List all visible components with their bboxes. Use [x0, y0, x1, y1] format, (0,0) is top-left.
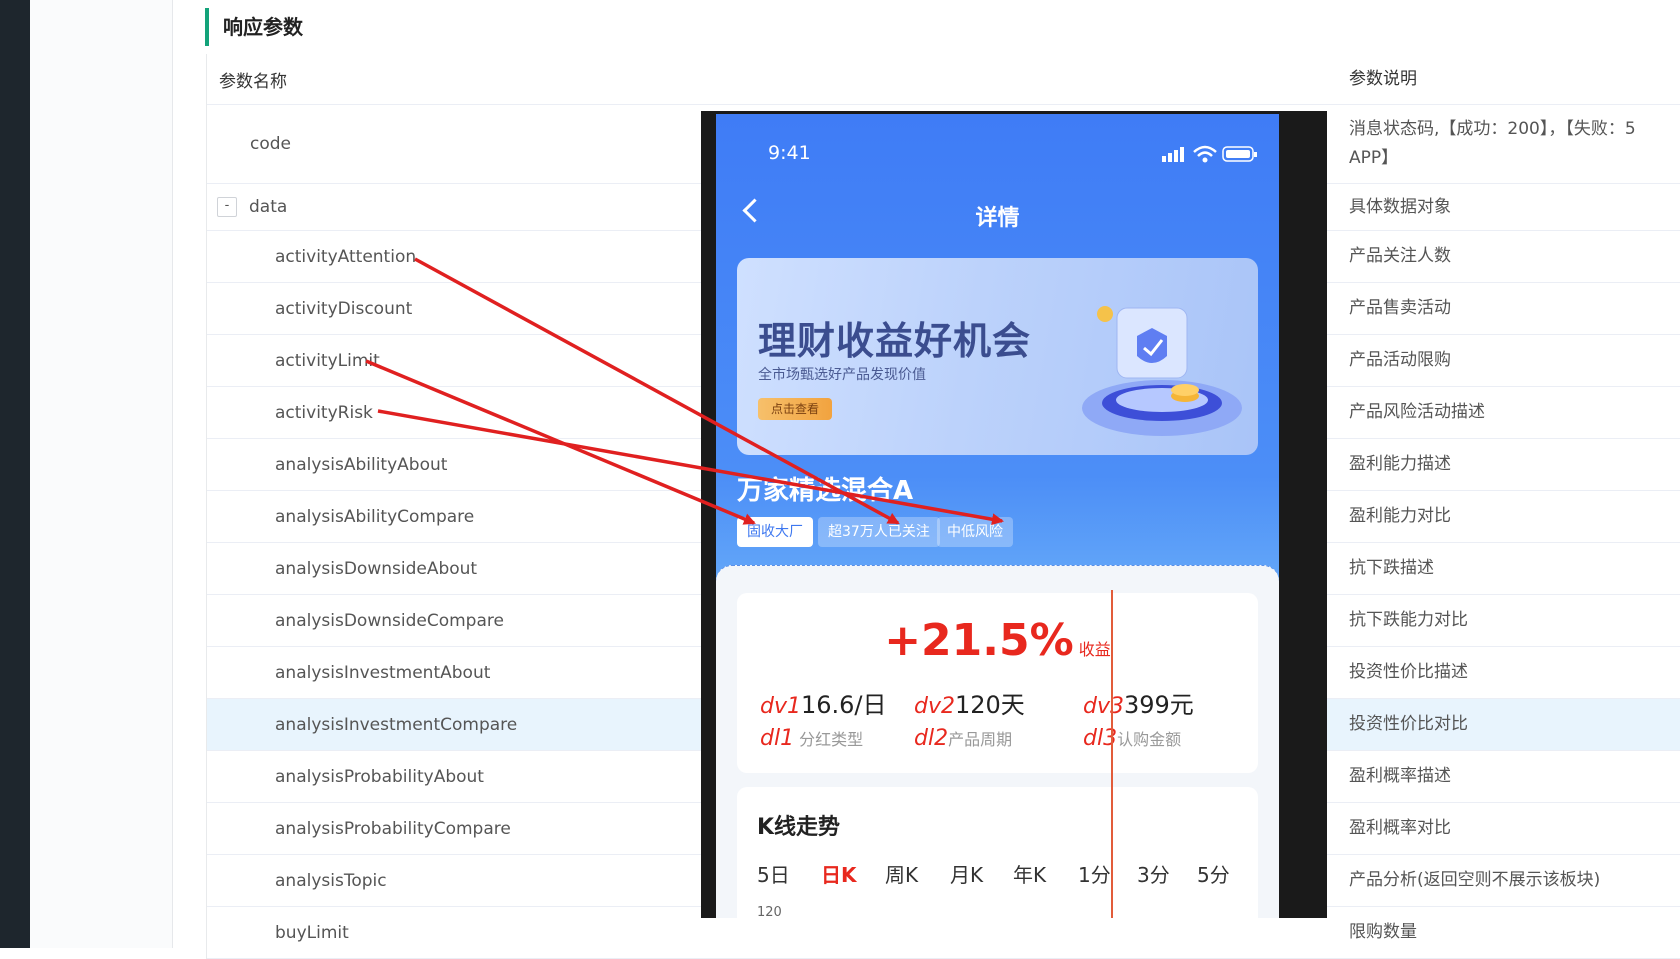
- annotation-arrows: [365, 257, 1004, 526]
- arrow-risk: [377, 409, 1004, 526]
